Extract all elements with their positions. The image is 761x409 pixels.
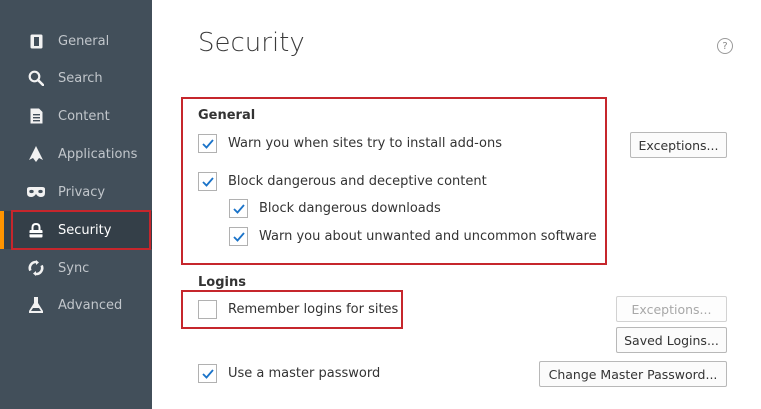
sidebar-item-privacy[interactable]: Privacy [0,173,152,211]
sidebar-item-content[interactable]: Content [0,97,152,135]
sidebar-item-label: Applications [58,146,138,162]
sidebar-item-label: Security [58,222,112,238]
sidebar-item-label: Search [58,70,103,86]
warn-addons-checkbox[interactable] [198,134,217,153]
warn-addons-label: Warn you when sites try to install add-o… [228,136,502,151]
general-exceptions-button[interactable]: Exceptions... [630,132,727,158]
remember-logins-option[interactable]: Remember logins for sites [198,300,398,319]
search-icon [26,70,46,86]
advanced-icon [26,297,46,313]
master-password-checkbox[interactable] [198,364,217,383]
warn-addons-option[interactable]: Warn you when sites try to install add-o… [198,134,502,153]
block-downloads-option[interactable]: Block dangerous downloads [229,199,441,218]
logins-section-heading: Logins [198,275,246,290]
general-icon [26,34,46,49]
remember-logins-label: Remember logins for sites [228,302,399,317]
general-section-heading: General [198,108,256,123]
sidebar-item-advanced[interactable]: Advanced [0,286,152,324]
applications-icon [26,146,46,162]
lock-icon [26,222,46,238]
main-panel: Security ? General Warn you when sites t… [152,0,761,409]
block-downloads-label: Block dangerous downloads [259,201,441,216]
logins-exceptions-button[interactable]: Exceptions... [616,296,727,322]
block-downloads-checkbox[interactable] [229,199,248,218]
help-icon[interactable]: ? [717,38,733,54]
sidebar-item-security[interactable]: Security [0,211,152,249]
sidebar: General Search Content Applications Priv… [0,0,152,409]
block-dangerous-option[interactable]: Block dangerous and deceptive content [198,172,487,191]
privacy-mask-icon [26,187,46,197]
sidebar-item-label: Advanced [58,297,123,313]
block-dangerous-checkbox[interactable] [198,172,217,191]
sidebar-item-sync[interactable]: Sync [0,249,152,287]
master-password-option[interactable]: Use a master password [198,364,380,383]
sync-icon [26,260,46,276]
change-master-password-button[interactable]: Change Master Password... [539,361,727,387]
sidebar-item-general[interactable]: General [0,22,152,60]
remember-logins-checkbox[interactable] [198,300,217,319]
page-title: Security [198,28,305,58]
saved-logins-button[interactable]: Saved Logins... [616,327,727,353]
sidebar-item-label: Privacy [58,184,106,200]
sidebar-item-search[interactable]: Search [0,59,152,97]
sidebar-item-applications[interactable]: Applications [0,135,152,173]
sidebar-item-label: Content [58,108,110,124]
warn-unwanted-label: Warn you about unwanted and uncommon sof… [259,229,597,244]
sidebar-item-label: General [58,33,110,49]
warn-unwanted-option[interactable]: Warn you about unwanted and uncommon sof… [229,227,597,246]
block-dangerous-label: Block dangerous and deceptive content [228,174,487,189]
master-password-label: Use a master password [228,366,381,381]
sidebar-item-label: Sync [58,260,90,276]
content-icon [26,108,46,124]
warn-unwanted-checkbox[interactable] [229,227,248,246]
